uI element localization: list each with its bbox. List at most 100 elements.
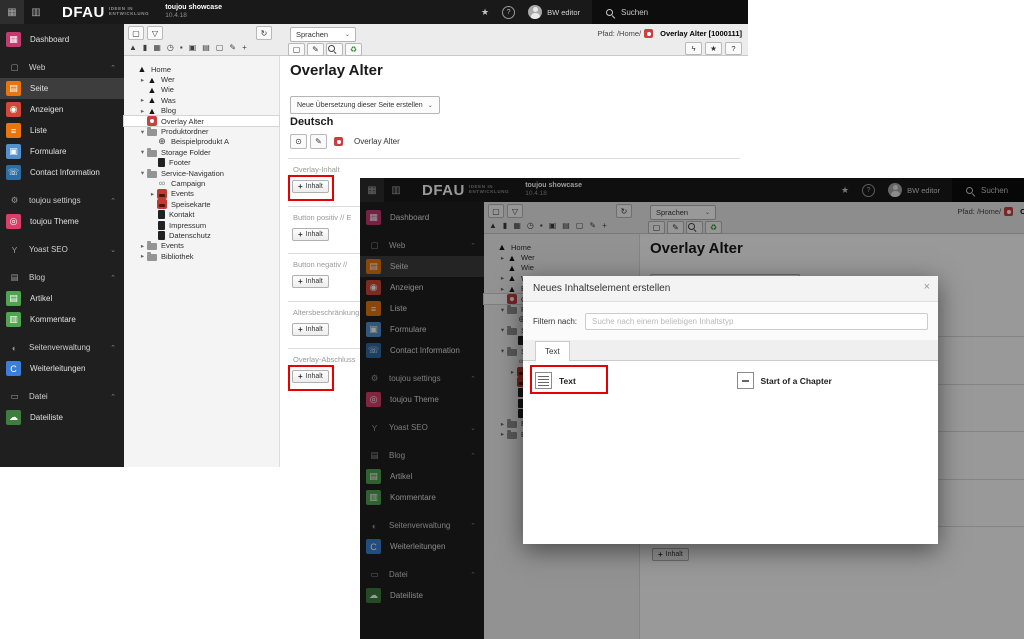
sidebar-item[interactable]: ▢ Web ⌃ — [0, 57, 124, 78]
drag-new-timed-icon[interactable]: ◷ — [167, 43, 174, 52]
add-content-button[interactable]: + Inhalt — [292, 275, 329, 288]
sidebar-item[interactable]: ▣ Formulare — [0, 141, 124, 162]
tree-node[interactable]: ▲ Wie — [124, 85, 279, 95]
drag-new-shortcut-icon[interactable]: ✎ — [229, 43, 236, 52]
sidebar-item[interactable]: ◉ Anzeigen — [0, 99, 124, 120]
avatar[interactable] — [528, 5, 542, 19]
tree-node[interactable]: ▸ Events — [124, 189, 279, 199]
docheader-buttons: ϟ★? — [685, 42, 742, 55]
tree-node[interactable]: ▲ Home — [124, 64, 279, 74]
navigation-toggle-icon[interactable]: ▥ — [24, 0, 48, 24]
expand-toggle-icon[interactable]: ▸ — [138, 76, 147, 84]
sidebar-item[interactable]: ▤ Seite — [0, 78, 124, 99]
page-edit-row: ⊙ ✎ Overlay Alter — [290, 134, 400, 149]
sidebar-item[interactable]: ≡ Liste — [0, 120, 124, 141]
sidebar-item-label: Web — [29, 63, 45, 72]
sidebar-item[interactable]: ▭ Datei ⌃ — [0, 386, 124, 407]
expand-toggle-icon[interactable]: ▾ — [138, 169, 147, 177]
tree-node[interactable]: Speisekarte — [124, 199, 279, 209]
drag-new-page-alt-icon[interactable]: ▮ — [143, 43, 147, 52]
tree-node[interactable]: Kontakt — [124, 209, 279, 219]
filter-input[interactable] — [585, 313, 928, 330]
expand-toggle-icon[interactable]: ▾ — [138, 148, 147, 156]
global-search[interactable]: Suchen — [592, 0, 748, 24]
tree-node[interactable]: ▸ ▲ Blog — [124, 106, 279, 116]
tree-node[interactable]: ▸ Events — [124, 241, 279, 251]
tree-node[interactable]: ▾ Service-Navigation — [124, 168, 279, 178]
page-record-icon — [644, 29, 653, 38]
tree-node[interactable]: Datenschutz — [124, 230, 279, 240]
new-record-icon[interactable]: ▢ — [288, 43, 305, 56]
help-icon[interactable]: ? — [502, 6, 515, 19]
search-icon[interactable] — [326, 43, 343, 56]
language-select[interactable]: Sprachen ⌄ — [290, 27, 356, 42]
sidebar-item[interactable]: ▤ Artikel — [0, 288, 124, 309]
sidebar-item[interactable]: C Weiterleitungen — [0, 358, 124, 379]
tree-node[interactable]: Footer — [124, 158, 279, 168]
tree-node[interactable]: ▾ Produktordner — [124, 126, 279, 136]
tab-text[interactable]: Text — [535, 341, 570, 361]
tree-node[interactable]: ▸ Bibliothek — [124, 251, 279, 261]
expand-toggle-icon[interactable]: ▾ — [138, 128, 147, 136]
sidebar-item[interactable]: ▥ Kommentare — [0, 309, 124, 330]
refresh-icon[interactable]: ↻ — [256, 26, 272, 40]
username[interactable]: BW editor — [547, 8, 580, 17]
help-icon[interactable]: ? — [725, 42, 742, 55]
add-content-button[interactable]: + Inhalt — [292, 228, 329, 241]
sidebar-item[interactable]: Y Yoast SEO ⌄ — [0, 239, 124, 260]
tree-node[interactable]: ▸ ▲ Was — [124, 95, 279, 105]
tree-node-label: Datenschutz — [169, 231, 211, 240]
page-title: Overlay Alter — [290, 62, 383, 79]
modal-title: Neues Inhaltselement erstellen — [533, 283, 670, 294]
expand-toggle-icon[interactable]: ▸ — [138, 107, 147, 115]
filter-label: Filtern nach: — [533, 317, 577, 326]
sidebar-item[interactable]: ☏ Contact Information — [0, 162, 124, 183]
sidebar-item[interactable]: ◐ Seitenverwaltung ⌃ — [0, 337, 124, 358]
tree-node[interactable]: Impressum — [124, 220, 279, 230]
new-translation-button[interactable]: Neue Übersetzung dieser Seite erstellen … — [290, 96, 440, 114]
screenshot-canvas: ▦ ▥ DFAU IDEEN IN ENTWICKLUNG toujou sho… — [0, 0, 1024, 639]
expand-toggle-icon[interactable]: ▸ — [138, 252, 147, 260]
sidebar-item[interactable]: ◎ toujou Theme — [0, 211, 124, 232]
drag-new-folder-icon[interactable]: ▤ — [202, 43, 210, 52]
page-type-icon — [158, 231, 165, 240]
drag-new-media-icon[interactable]: ▣ — [189, 43, 197, 52]
edit-page-icon[interactable]: ✎ — [307, 43, 324, 56]
close-icon[interactable]: × — [924, 282, 930, 293]
clear-cache-icon[interactable]: ♻ — [345, 43, 362, 56]
sidebar-item[interactable]: ▦ Dashboard — [0, 29, 124, 50]
module-menu: ▦ Dashboard ▢ Web ⌃ ▤ Seite ◉ Anzeigen ≡ — [0, 24, 124, 467]
tree-node[interactable]: ⊕ Beispielprodukt A — [124, 137, 279, 147]
bookmark-star-icon[interactable]: ★ — [481, 7, 489, 18]
add-content-button[interactable]: + Inhalt — [292, 323, 329, 336]
plus-icon: + — [298, 230, 303, 239]
tree-node[interactable]: ∞ Campaign — [124, 178, 279, 188]
expand-toggle-icon[interactable]: ▸ — [138, 242, 147, 250]
view-webpage-icon[interactable]: ϟ — [685, 42, 702, 55]
expand-toggle-icon[interactable]: ▸ — [138, 96, 147, 104]
sidebar-item[interactable]: ▤ Blog ⌃ — [0, 267, 124, 288]
tree-node[interactable]: ▾ Storage Folder — [124, 147, 279, 157]
new-page-icon[interactable]: ▢ — [128, 26, 144, 40]
tree-node[interactable]: ▸ ▲ Wer — [124, 74, 279, 84]
tree-node-label: Produktordner — [161, 127, 209, 136]
bookmark-icon[interactable]: ★ — [705, 42, 722, 55]
drag-more-icon[interactable]: + — [242, 43, 247, 52]
content-element-option[interactable]: Text — [535, 368, 737, 393]
drag-new-page-icon[interactable]: ▲ — [129, 43, 137, 52]
sidebar-item[interactable]: ⚙ toujou settings ⌃ — [0, 190, 124, 211]
edit-page-icon[interactable]: ✎ — [310, 134, 327, 149]
drag-new-grid-icon[interactable]: ▦ — [153, 43, 161, 52]
expand-toggle-icon[interactable]: ▸ — [148, 190, 157, 198]
content-element-option[interactable]: Start of a Chapter — [737, 368, 939, 393]
add-content-button[interactable]: + Inhalt — [292, 180, 329, 193]
add-content-button[interactable]: + Inhalt — [292, 370, 329, 383]
drag-new-external-icon[interactable]: ▢ — [216, 43, 224, 52]
drag-new-spacer-icon[interactable]: ▪ — [180, 43, 183, 52]
view-page-icon[interactable]: ⊙ — [290, 134, 307, 149]
modulemenu-toggle-icon[interactable]: ▦ — [0, 0, 24, 24]
filter-icon[interactable]: ▽ — [147, 26, 163, 40]
tree-node[interactable]: Overlay Alter — [124, 116, 279, 126]
sidebar-item[interactable]: ☁ Dateiliste — [0, 407, 124, 428]
section-label: Button positiv // E — [293, 213, 351, 222]
